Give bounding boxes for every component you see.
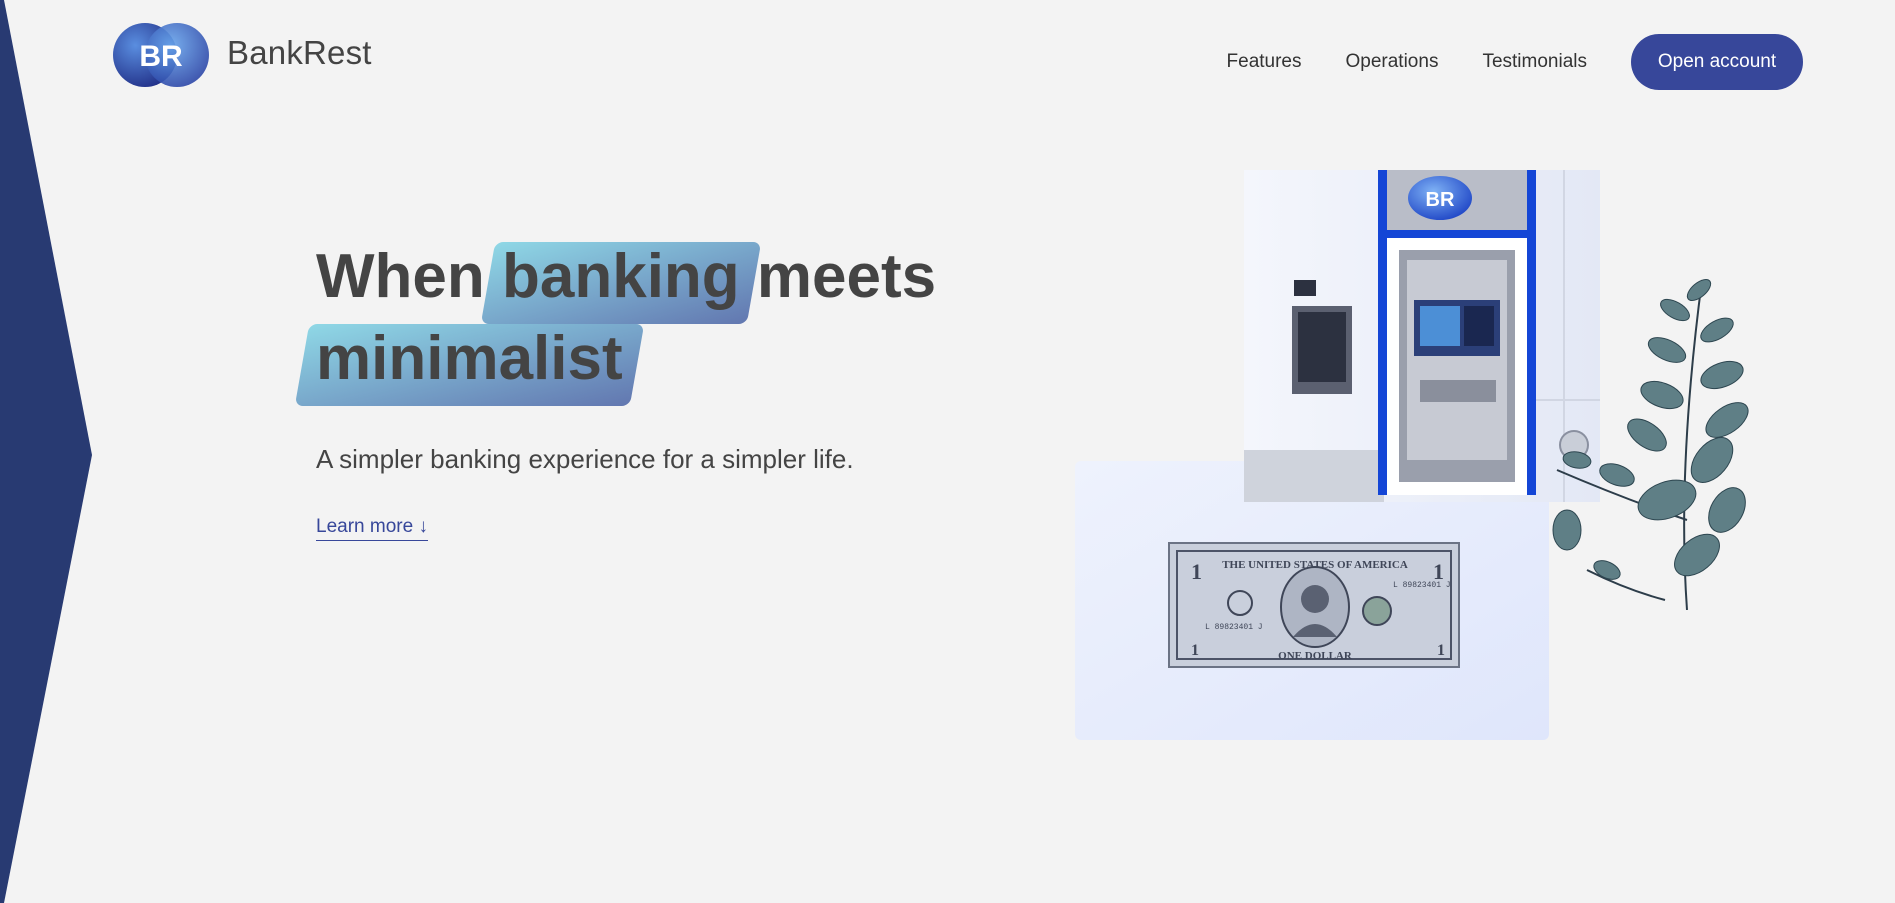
svg-text:L 89823401 J: L 89823401 J	[1205, 623, 1263, 632]
dollar-bill: 1 1 1 1 THE UNITED STATES OF AMERICA ONE…	[1168, 542, 1460, 668]
hero-title-part1: When	[316, 242, 485, 311]
hero-title-highlight-banking: banking	[502, 236, 740, 318]
svg-text:1: 1	[1191, 559, 1202, 584]
svg-text:1: 1	[1437, 642, 1445, 659]
main-nav: Features Operations Testimonials Open ac…	[1227, 34, 1803, 90]
side-decoration	[0, 0, 92, 903]
svg-text:1: 1	[1191, 642, 1199, 659]
svg-text:L 89823401 J: L 89823401 J	[1393, 581, 1451, 590]
dollar-bill-photo: 1 1 1 1 THE UNITED STATES OF AMERICA ONE…	[1075, 461, 1549, 740]
nav-link-features[interactable]: Features	[1227, 51, 1302, 73]
svg-text:BR: BR	[139, 40, 183, 73]
svg-text:THE UNITED STATES OF AMERICA: THE UNITED STATES OF AMERICA	[1222, 559, 1408, 571]
svg-text:BR: BR	[1426, 189, 1455, 211]
nav-link-testimonials[interactable]: Testimonials	[1482, 51, 1587, 73]
brand-name: BankRest	[227, 34, 372, 71]
hero-title-highlight-minimalist: minimalist	[316, 318, 623, 400]
brand-logo[interactable]: BR	[113, 22, 209, 88]
plant-illustration	[1552, 279, 1749, 610]
hero-illustration: 1 1 1 1 THE UNITED STATES OF AMERICA ONE…	[1075, 170, 1775, 740]
hero-subtitle: A simpler banking experience for a simpl…	[316, 444, 854, 474]
hero-title: When banking meets minimalist	[316, 236, 936, 400]
learn-more-link[interactable]: Learn more ↓	[316, 516, 428, 541]
open-account-button[interactable]: Open account	[1631, 34, 1803, 90]
hero-title-part2: meets	[756, 242, 937, 311]
nav-link-operations[interactable]: Operations	[1346, 51, 1439, 73]
svg-text:ONE DOLLAR: ONE DOLLAR	[1278, 650, 1353, 662]
